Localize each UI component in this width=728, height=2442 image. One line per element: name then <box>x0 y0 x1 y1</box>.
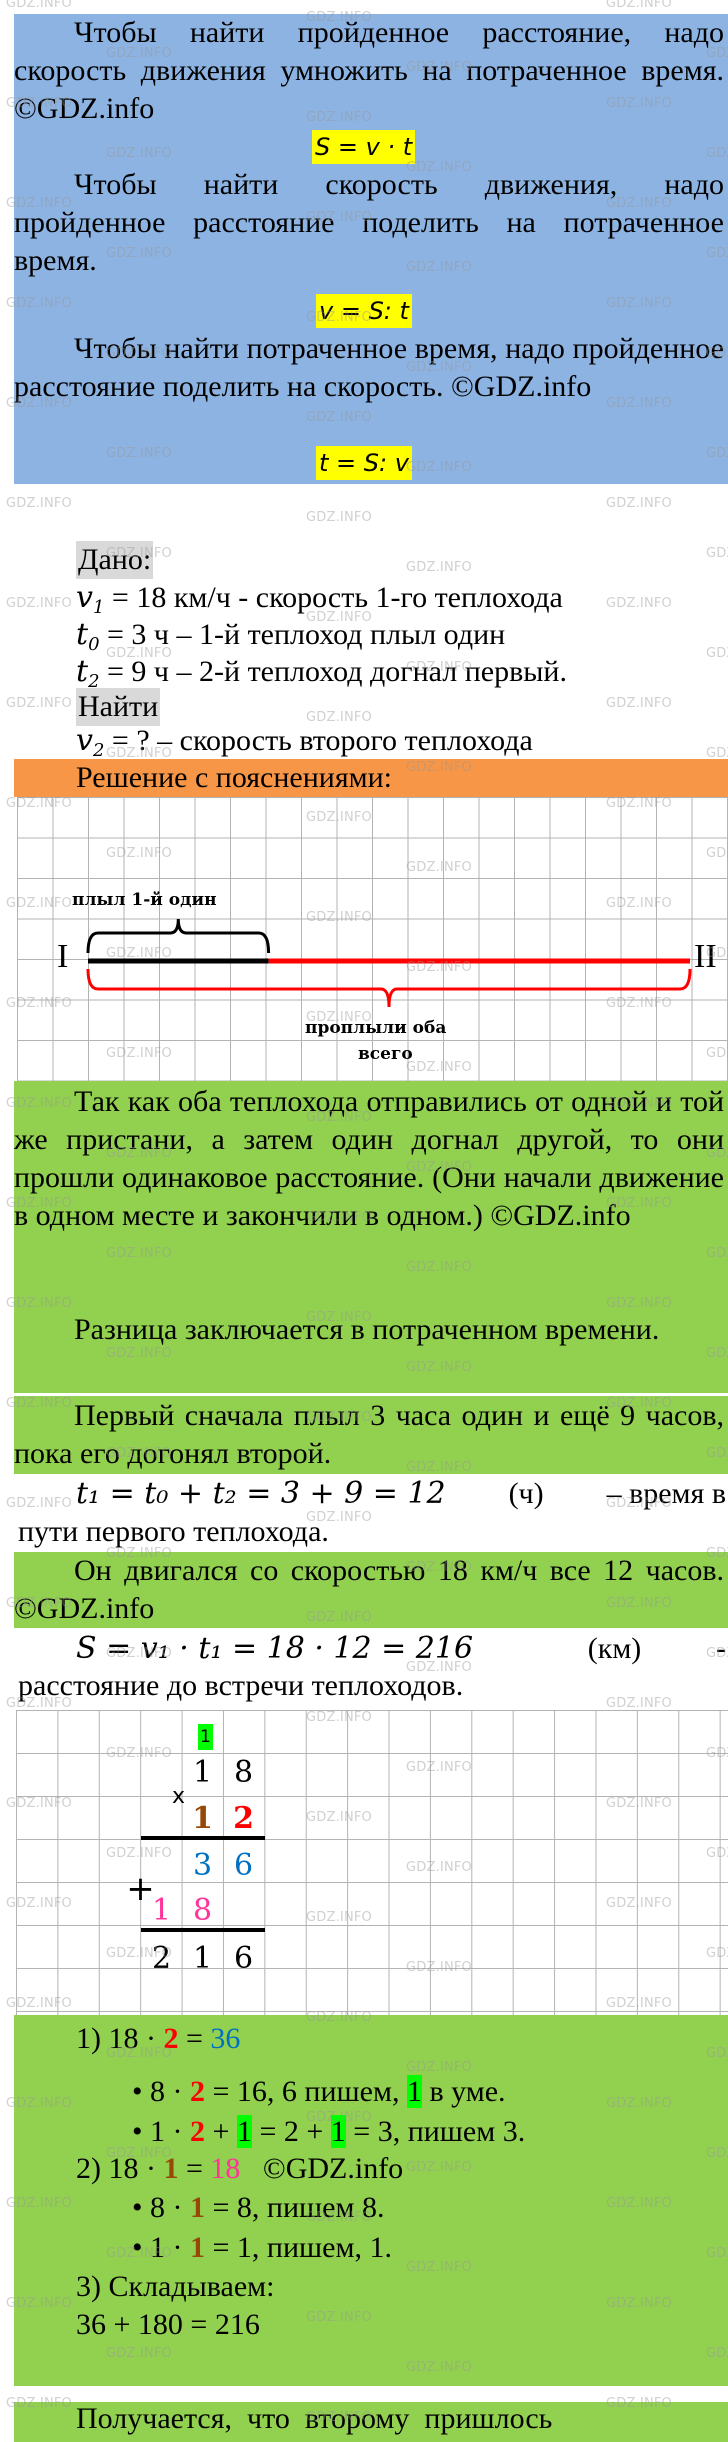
given-line-3: t2 = 9 ч – 2-й теплоход догнал первый. <box>76 654 567 692</box>
step-3-calc: 36 + 180 = 216 <box>76 2308 260 2341</box>
addition-bar <box>141 1928 265 1932</box>
calc-distance-text: расстояние до встречи теплоходов. <box>18 1669 464 1702</box>
multiplier-digit-2: 2 <box>233 1801 254 1836</box>
watermark-text: GDZ.INFO <box>606 1696 672 1711</box>
solution-heading: Решение с пояснениями: <box>76 761 393 794</box>
watermark-text: GDZ.INFO <box>606 0 672 11</box>
given-line-1: v1 = 18 км/ч - скорость 1-го теплохода <box>76 580 563 618</box>
step-2b: • 1 · 1 = 1, пишем, 1. <box>132 2231 392 2264</box>
given-line-2: t0 = 3 ч – 1-й теплоход плыл один <box>76 617 506 655</box>
partial1-digit-1: 3 <box>192 1848 213 1883</box>
result-digit-1: 2 <box>151 1941 172 1976</box>
partial2-digit-2: 8 <box>192 1893 213 1928</box>
watermark-text: GDZ.INFO <box>6 596 72 611</box>
formula-speed: v = S: t <box>316 294 412 328</box>
bullet-icon: • <box>132 2115 151 2148</box>
explanation-paragraph-2: Разница заключается в потраченном времен… <box>74 1313 660 1346</box>
step-1b: • 1 · 2 + 1 = 2 + 1 = 3, пишем 3. <box>132 2115 526 2148</box>
explanation-paragraph-4: Он двигался со скоростью 18 км/ч все 12 … <box>14 1554 724 1625</box>
step-1: 1) 18 · 2 = 36 <box>76 2022 241 2055</box>
watermark-text: GDZ.INFO <box>706 646 728 661</box>
step-1a: • 8 · 2 = 16, 6 пишем, 1 в уме. <box>132 2075 506 2108</box>
watermark-text: GDZ.INFO <box>6 696 72 711</box>
watermark-text: GDZ.INFO <box>6 496 72 511</box>
result-digit-2: 1 <box>192 1941 213 1976</box>
conclusion-text: Получается, что второму пришлось <box>76 2402 553 2435</box>
multiplicand-digit-2: 8 <box>233 1755 254 1790</box>
explanation-paragraph-3: Первый сначала плыл 3 часа один и ещё 9 … <box>14 1399 724 1470</box>
partial1-digit-2: 6 <box>233 1848 254 1883</box>
given-heading: Дано: <box>76 541 154 579</box>
watermark-text: GDZ.INFO <box>606 496 672 511</box>
watermark-text: GDZ.INFO <box>6 0 72 11</box>
watermark-text: GDZ.INFO <box>6 1496 72 1511</box>
theory-paragraph-2: Чтобы найти скорость движения, надо прой… <box>14 168 724 277</box>
top-brace <box>86 918 271 954</box>
explanation-paragraph-1: Так как оба теплохода отправились от одн… <box>14 1085 724 1232</box>
carry-digit: 1 <box>198 1724 213 1750</box>
column-multiplication: 1 1 8 x 1 2 3 6 + 1 8 2 1 6 <box>16 1710 728 2015</box>
step-2: 2) 18 · 1 = 18 ©GDZ.info <box>76 2152 404 2185</box>
watermark-text: GDZ.INFO <box>706 546 728 561</box>
calc-time-formula: t₁ = t₀ + t₂ = 3 + 9 = 12 (ч) – время в <box>76 1476 726 1511</box>
distance-diagram <box>86 918 692 1008</box>
watermark-text: GDZ.INFO <box>306 510 372 525</box>
watermark-text: GDZ.INFO <box>606 596 672 611</box>
step-3: 3) Складываем: <box>76 2270 275 2303</box>
multiplier-digit-1: 1 <box>192 1801 213 1836</box>
partial2-digit-1: 1 <box>151 1893 172 1928</box>
watermark-text: GDZ.INFO <box>406 560 472 575</box>
theory-paragraph-3: Чтобы найти потраченное время, надо прой… <box>14 332 724 403</box>
multiplication-bar <box>141 1836 265 1840</box>
find-heading: Найти <box>76 688 161 726</box>
bullet-icon: • <box>132 2191 151 2224</box>
find-line: v2 = ? – скорость второго теплохода <box>76 723 533 761</box>
calc-time-text: пути первого теплохода. <box>18 1515 329 1548</box>
bottom-brace <box>86 968 692 1008</box>
result-digit-3: 6 <box>233 1941 254 1976</box>
bullet-icon: • <box>132 2231 151 2264</box>
formula-distance: S = v · t <box>312 130 416 164</box>
bullet-icon: • <box>132 2075 151 2108</box>
calc-distance-formula: S = v₁ · t₁ = 18 · 12 = 216 (км) - <box>76 1631 726 1666</box>
theory-paragraph-1: Чтобы найти пройденное расстояние, надо … <box>14 16 724 125</box>
watermark-text: GDZ.INFO <box>606 696 672 711</box>
step-2a: • 8 · 1 = 8, пишем 8. <box>132 2191 385 2224</box>
formula-time: t = S: v <box>316 446 412 480</box>
